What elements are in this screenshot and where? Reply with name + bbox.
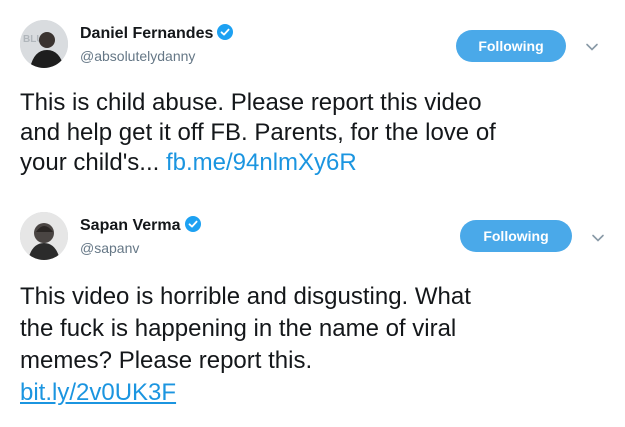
tweet-text: This video is horrible and disgusting. W… [20,281,620,409]
tweet-card: Sapan Verma @sapanv Following This video… [0,200,625,427]
chevron-down-icon[interactable] [591,231,605,245]
author-handle[interactable]: @absolutelydanny [80,48,195,64]
avatar[interactable]: BLUE [20,20,68,68]
tweet-line: This video is horrible and disgusting. W… [20,283,471,310]
tweet-line: your child's... [20,149,166,176]
tweet-card: BLUE Daniel Fernandes @absolutelydanny F… [0,0,625,200]
tweet-line: the fuck is happening in the name of vir… [20,315,457,342]
verified-badge-icon [184,216,201,232]
verified-badge-icon [217,24,234,40]
avatar[interactable] [20,212,68,260]
following-button[interactable]: Following [460,220,572,252]
tweet-line: and help get it off FB. Parents, for the… [20,119,496,146]
author-name[interactable]: Sapan Verma [80,216,201,235]
tweet-link[interactable]: fb.me/94nlmXy6R [166,149,357,176]
tweet-text: This is child abuse. Please report this … [20,88,620,178]
author-name-text[interactable]: Sapan Verma [80,217,181,234]
author-handle[interactable]: @sapanv [80,240,139,256]
tweet-line: This is child abuse. Please report this … [20,89,482,116]
tweet-line: memes? Please report this. [20,347,313,374]
author-name-text[interactable]: Daniel Fernandes [80,25,213,42]
tweet-link[interactable]: bit.ly/2v0UK3F [20,379,176,406]
chevron-down-icon[interactable] [585,40,599,54]
author-name[interactable]: Daniel Fernandes [80,24,234,43]
following-button[interactable]: Following [456,30,566,62]
